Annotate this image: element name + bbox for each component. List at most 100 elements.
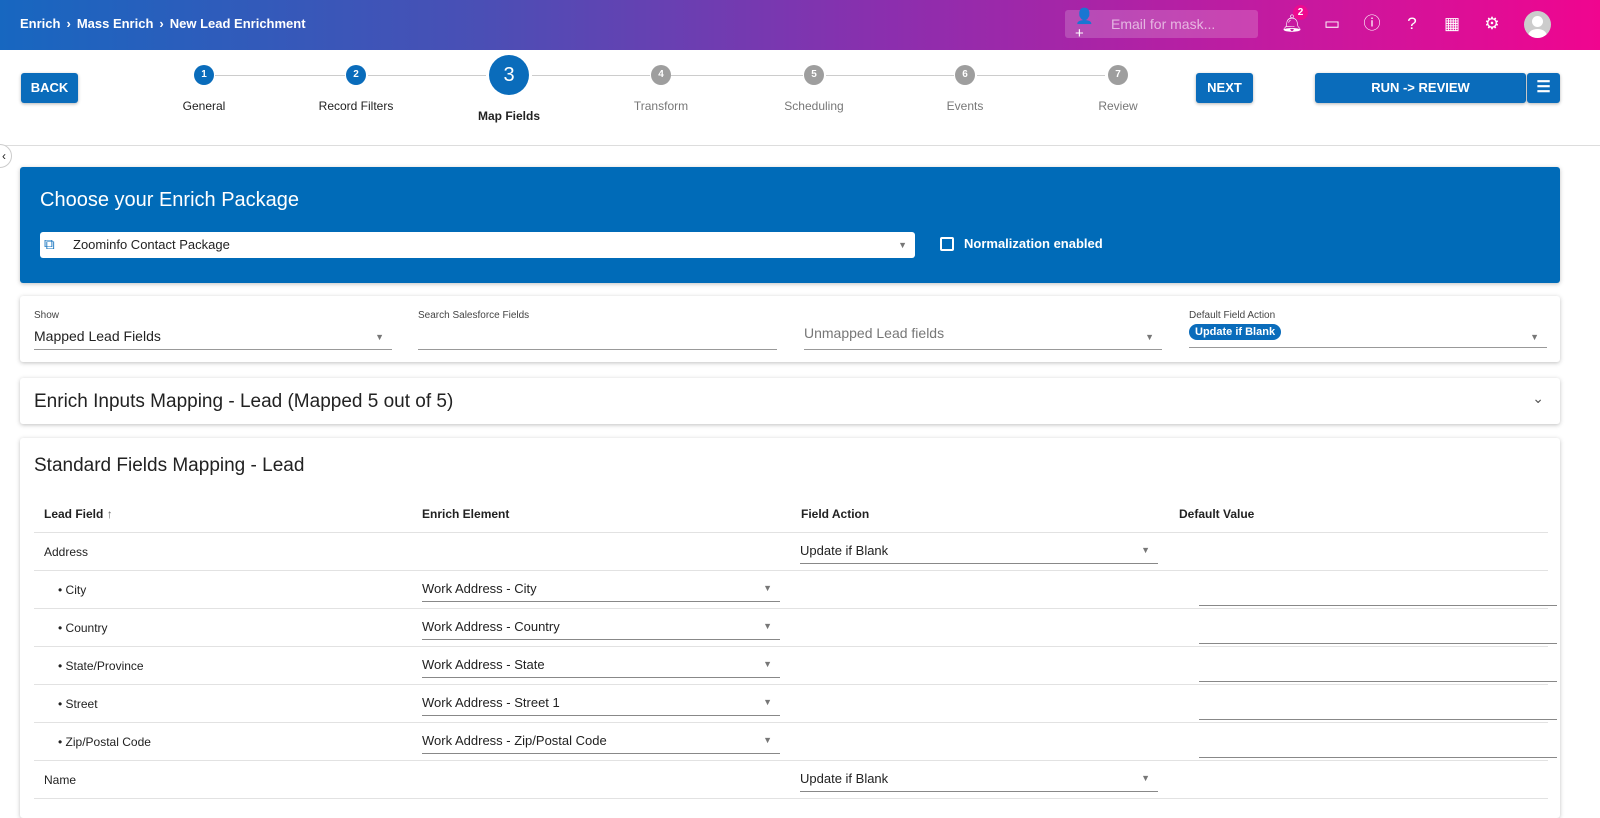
step-number: 3 — [489, 55, 529, 95]
breadcrumb: Enrich › Mass Enrich › New Lead Enrichment — [20, 16, 306, 31]
default-value-input[interactable] — [1199, 588, 1557, 606]
step-map-fields[interactable]: 3 Map Fields — [449, 55, 569, 123]
unmapped-fields-select[interactable]: Unmapped Lead fields ▼ — [804, 310, 1162, 350]
package-select[interactable]: ⧉ Zoominfo Contact Package ▼ — [40, 232, 915, 258]
step-number: 1 — [194, 65, 214, 85]
enrich-inputs-accordion[interactable]: Enrich Inputs Mapping - Lead (Mapped 5 o… — [20, 378, 1560, 424]
column-enrich-element: Enrich Element — [422, 507, 510, 521]
enrich-package-card: Choose your Enrich Package ⧉ Zoominfo Co… — [20, 167, 1560, 283]
standard-mapping-title: Standard Fields Mapping - Lead — [34, 455, 305, 476]
collapse-sidebar-button[interactable]: ‹ — [0, 144, 12, 168]
column-lead-field[interactable]: Lead Field ↑ — [44, 507, 113, 521]
default-value-input[interactable] — [1199, 664, 1557, 682]
step-number: 7 — [1108, 65, 1128, 85]
chevron-down-icon: ▼ — [375, 332, 384, 342]
step-number: 5 — [804, 65, 824, 85]
step-record-filters[interactable]: 2 Record Filters — [296, 65, 416, 113]
lead-field-name: • Country — [58, 621, 108, 635]
package-value: Zoominfo Contact Package — [73, 237, 230, 252]
step-number: 4 — [651, 65, 671, 85]
step-general[interactable]: 1 General — [144, 65, 264, 113]
inputs-mapping-title: Enrich Inputs Mapping - Lead (Mapped 5 o… — [34, 391, 454, 412]
step-label: Scheduling — [784, 99, 844, 113]
chevron-down-icon: ▼ — [763, 583, 772, 593]
help-circle-icon[interactable]: ⓘ — [1361, 13, 1383, 35]
breadcrumb-enrich[interactable]: Enrich — [20, 16, 60, 31]
table-row: • Zip/Postal Code Work Address - Zip/Post… — [34, 723, 1557, 761]
top-bar: Enrich › Mass Enrich › New Lead Enrichment… — [0, 0, 1600, 50]
normalization-checkbox[interactable] — [940, 237, 954, 251]
run-review-button[interactable]: RUN -> REVIEW — [1315, 73, 1526, 103]
gear-icon[interactable]: ⚙ — [1481, 13, 1503, 35]
lead-field-name: • State/Province — [58, 659, 144, 673]
chevron-down-icon[interactable]: ⌄ — [1532, 390, 1544, 407]
table-header: Lead Field ↑ Enrich Element Field Action… — [34, 495, 1548, 533]
show-select[interactable]: Show Mapped Lead Fields ▼ — [34, 310, 392, 350]
credit-card-icon[interactable]: ▭ — [1321, 13, 1343, 35]
step-label: Map Fields — [477, 109, 540, 123]
enrich-element-select[interactable]: Work Address - State ▼ — [422, 651, 780, 678]
standard-fields-card: Standard Fields Mapping - Lead Lead Fiel… — [20, 438, 1560, 818]
lead-field-name: Address — [44, 545, 89, 559]
step-label: General — [182, 99, 226, 113]
default-value-input[interactable] — [1199, 702, 1557, 720]
enrich-element-select[interactable]: Work Address - Country ▼ — [422, 613, 780, 640]
table-row: Address Update if Blank ▼ — [34, 533, 1548, 571]
table-row: • City Work Address - City ▼ — [34, 571, 1557, 609]
chevron-down-icon: ▼ — [1530, 332, 1539, 342]
back-button[interactable]: BACK — [21, 73, 78, 103]
lead-field-name: • Zip/Postal Code — [58, 735, 151, 749]
chevron-down-icon: ▼ — [898, 240, 907, 250]
email-mask-input[interactable] — [1111, 16, 1251, 32]
lead-field-name: • Street — [58, 697, 98, 711]
avatar[interactable] — [1524, 11, 1551, 38]
default-action-select[interactable]: Default Field Action Update if Blank ▼ — [1189, 310, 1547, 348]
notification-badge: 2 — [1293, 5, 1308, 20]
normalization-label: Normalization enabled — [964, 236, 1103, 251]
breadcrumb-current: New Lead Enrichment — [169, 16, 306, 31]
default-action-label: Default Field Action — [1189, 310, 1276, 321]
chevron-down-icon: ▼ — [1141, 545, 1150, 555]
email-mask-field: 👤+ — [1065, 8, 1258, 42]
add-person-icon: 👤+ — [1075, 7, 1094, 42]
lead-field-name: • City — [58, 583, 87, 597]
step-scheduling[interactable]: 5 Scheduling — [754, 65, 874, 113]
package-title: Choose your Enrich Package — [40, 189, 300, 211]
step-number: 2 — [346, 65, 366, 85]
next-button[interactable]: NEXT — [1196, 73, 1253, 103]
chevron-down-icon: ▼ — [1145, 332, 1154, 342]
breadcrumb-separator: › — [159, 16, 164, 31]
default-action-chip: Update if Blank — [1189, 324, 1282, 340]
building-icon[interactable]: ▦ — [1441, 13, 1463, 35]
step-review[interactable]: 7 Review — [1058, 65, 1178, 113]
enrich-element-select[interactable]: Work Address - Street 1 ▼ — [422, 689, 780, 716]
help-box-icon[interactable]: ? — [1401, 13, 1423, 35]
column-default-value: Default Value — [1179, 507, 1255, 521]
enrich-element-select[interactable]: Work Address - Zip/Postal Code ▼ — [422, 727, 780, 754]
unmapped-placeholder: Unmapped Lead fields — [804, 325, 945, 341]
field-action-select[interactable]: Update if Blank ▼ — [800, 765, 1158, 792]
step-transform[interactable]: 4 Transform — [601, 65, 721, 113]
chevron-down-icon: ▼ — [763, 659, 772, 669]
breadcrumb-mass-enrich[interactable]: Mass Enrich — [77, 16, 154, 31]
table-row: Name Update if Blank ▼ — [34, 761, 1548, 799]
table-row: • Country Work Address - Country ▼ — [34, 609, 1557, 647]
chevron-down-icon: ▼ — [763, 697, 772, 707]
default-value-input[interactable] — [1199, 626, 1557, 644]
enrich-element-select[interactable]: Work Address - City ▼ — [422, 575, 780, 602]
step-events[interactable]: 6 Events — [905, 65, 1025, 113]
open-external-icon[interactable]: ⧉ — [44, 232, 55, 258]
search-fields-input[interactable]: Search Salesforce Fields — [418, 310, 777, 350]
field-action-select[interactable]: Update if Blank ▼ — [800, 537, 1158, 564]
column-field-action: Field Action — [801, 507, 870, 521]
step-label: Record Filters — [318, 99, 394, 113]
default-value-input[interactable] — [1199, 740, 1557, 758]
chevron-down-icon: ▼ — [763, 735, 772, 745]
lead-field-name: Name — [44, 773, 77, 787]
step-label: Review — [1098, 99, 1138, 113]
menu-icon[interactable]: ☰ — [1527, 73, 1560, 103]
step-label: Events — [946, 99, 984, 113]
chevron-down-icon: ▼ — [763, 621, 772, 631]
show-value: Mapped Lead Fields — [34, 328, 161, 344]
chevron-down-icon: ▼ — [1141, 773, 1150, 783]
